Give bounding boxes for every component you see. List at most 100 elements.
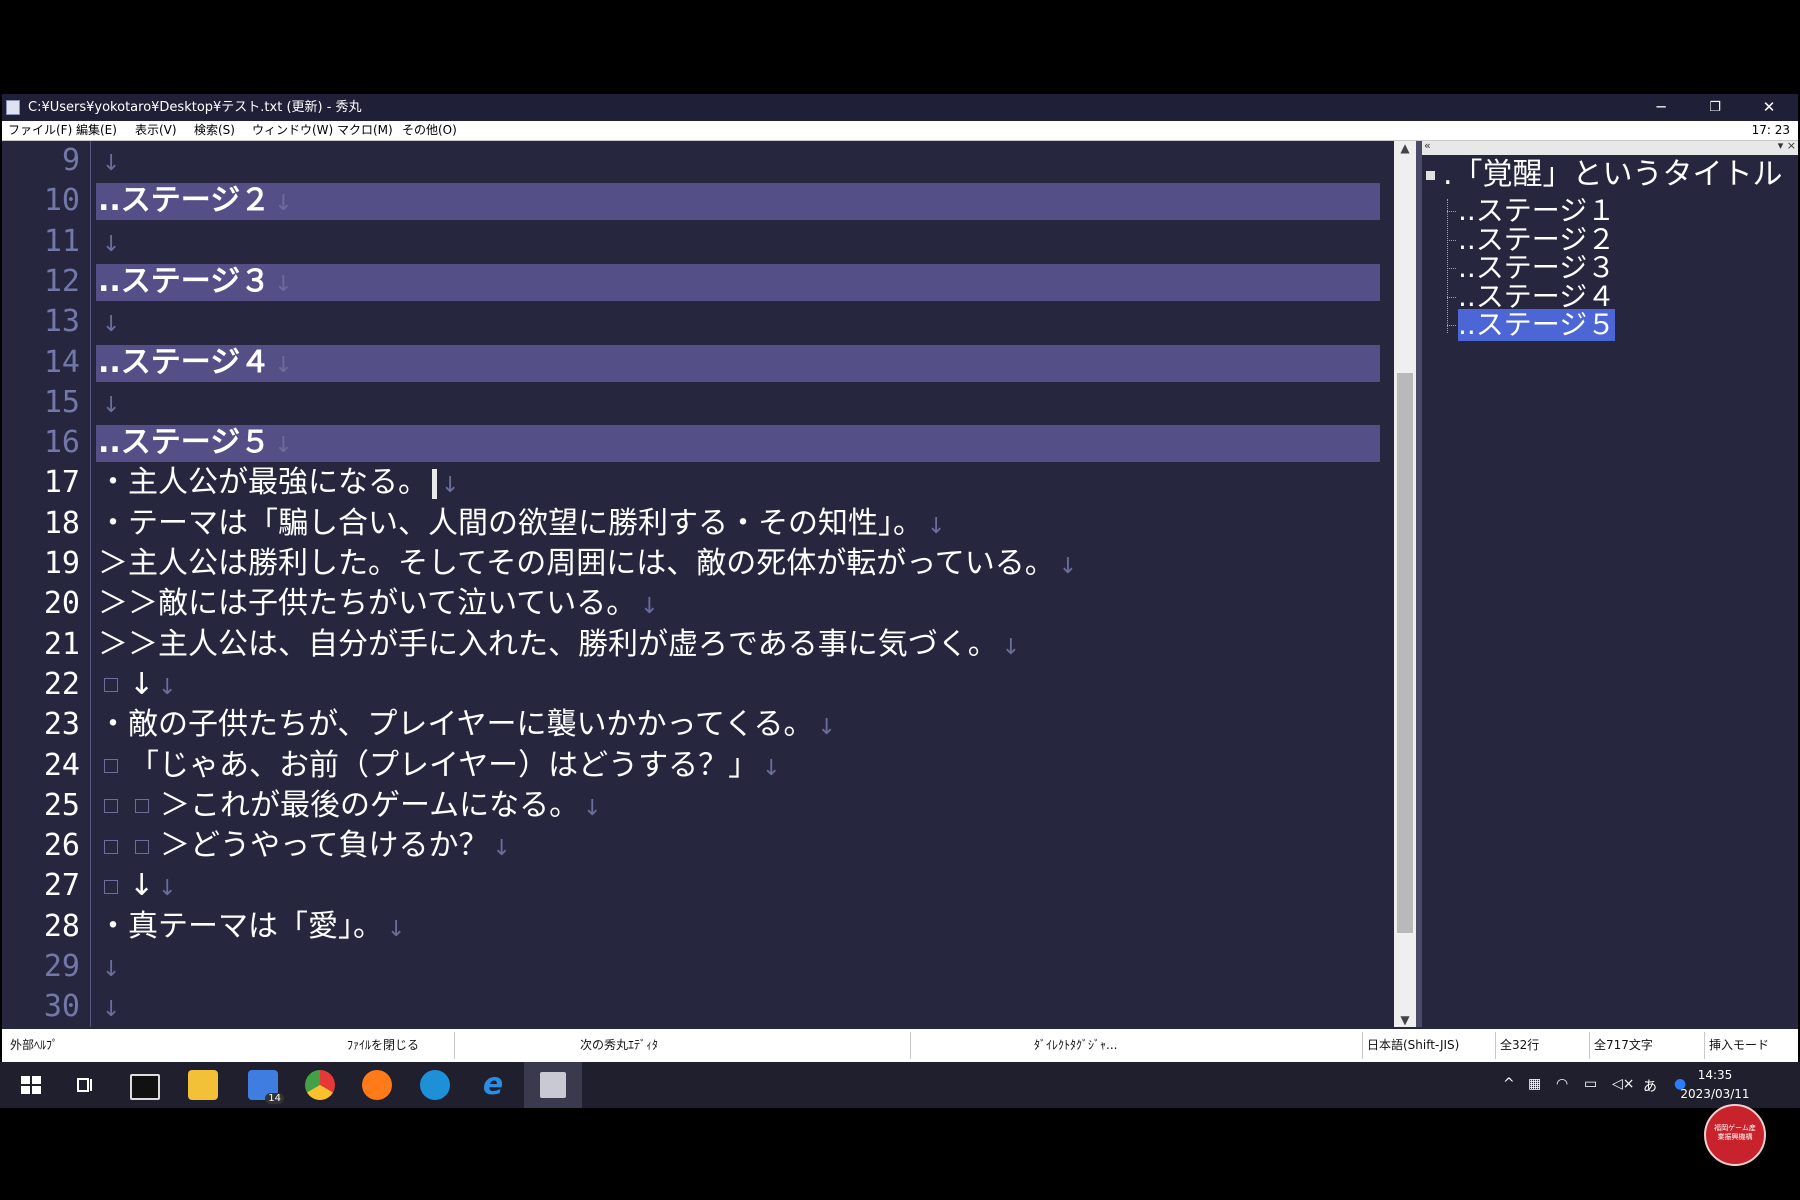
line-text-content: 「じゃあ、お前（プレイヤー）はどうする？」	[129, 747, 759, 783]
editor-line[interactable]: 25 ＞これが最後のゲームになる。 ↓	[2, 786, 1392, 826]
menu-other[interactable]: その他(O)	[402, 121, 457, 140]
editor-line[interactable]: 21 ＞＞主人公は、自分が手に入れた、勝利が虚ろである事に気づく。 ↓	[2, 625, 1392, 665]
line-text: ＞これが最後のゲームになる。 ↓	[98, 786, 602, 829]
status-insert-mode[interactable]: 挿入モード	[1709, 1029, 1769, 1062]
line-text: ＞＞主人公は、自分が手に入れた、勝利が虚ろである事に気づく。 ↓	[98, 625, 1020, 668]
line-text: ↓	[98, 947, 120, 990]
editor-line[interactable]: 19 ＞主人公は勝利した。そしてその周囲には、敵の死体が転がっている。 ↓	[2, 544, 1392, 584]
status-help[interactable]: 外部ﾍﾙﾌﾟ	[10, 1029, 58, 1062]
close-button[interactable]: ✕	[1742, 94, 1796, 121]
fullwidth-space-mark	[135, 799, 149, 814]
editor-line[interactable]: 24 「じゃあ、お前（プレイヤー）はどうする？」 ↓	[2, 746, 1392, 786]
editor-line[interactable]: 17 ・主人公が最強になる。 ↓	[2, 463, 1392, 503]
tree-branch	[1447, 268, 1456, 270]
eol-mark-icon: ↓	[274, 271, 293, 297]
editor-line[interactable]: 20 ＞＞敵には子供たちがいて泣いている。 ↓	[2, 584, 1392, 624]
vertical-scrollbar[interactable]: ▲ ▼	[1394, 141, 1416, 1027]
line-text: ↓	[98, 383, 120, 426]
editor-line[interactable]: 30 ↓	[2, 987, 1392, 1027]
editor-line[interactable]: 12 ..ステージ３ ↓	[2, 262, 1392, 302]
editor-line[interactable]: 14 ..ステージ４ ↓	[2, 343, 1392, 383]
menu-window[interactable]: ウィンドウ(W)	[252, 121, 333, 140]
line-number: 10	[43, 183, 80, 219]
edge-icon[interactable]	[420, 1070, 450, 1100]
mail-icon[interactable]: 14	[248, 1070, 284, 1104]
line-text-content: ＞＞主人公は、自分が手に入れた、勝利が虚ろである事に気づく。	[98, 626, 998, 662]
title-bar[interactable]: C:¥Users¥yokotaro¥Desktop¥テスト.txt (更新) -…	[2, 94, 1798, 121]
menu-macro[interactable]: マクロ(M)	[337, 121, 393, 140]
line-number: 17	[43, 465, 80, 501]
menu-edit[interactable]: 編集(E)	[76, 121, 117, 140]
editor-line[interactable]: 27 ↓ ↓	[2, 866, 1392, 906]
eol-mark-icon: ↓	[1058, 554, 1078, 579]
outline-item[interactable]: ..ステージ５	[1458, 309, 1616, 341]
app-icon[interactable]	[6, 100, 20, 115]
eol-mark-icon: ↓	[102, 312, 121, 338]
ime-mode-indicator[interactable]: あ	[1643, 1076, 1657, 1096]
editor-line[interactable]: 16 ..ステージ５ ↓	[2, 423, 1392, 463]
battery-icon[interactable]: ▭	[1584, 1076, 1597, 1092]
line-text: 「じゃあ、お前（プレイヤー）はどうする？」 ↓	[98, 746, 781, 789]
editor-line[interactable]: 29 ↓	[2, 947, 1392, 987]
menu-view[interactable]: 表示(V)	[135, 121, 177, 140]
menu-file[interactable]: ファイル(F)	[8, 121, 72, 140]
eol-mark-icon: ↓	[583, 795, 602, 821]
outline-pane[interactable]: « ▾ × .「覚醒」というタイトル ..ステージ１ ..ステージ２ ..ステージ３…	[1422, 141, 1798, 1027]
scroll-down-arrow-icon[interactable]: ▼	[1394, 1013, 1416, 1027]
firefox-icon[interactable]	[362, 1070, 392, 1100]
chrome-icon[interactable]	[305, 1070, 335, 1100]
line-text: ..ステージ５ ↓	[98, 423, 293, 466]
line-text-content: ..ステージ５	[98, 425, 271, 461]
network-icon[interactable]: ◠	[1556, 1076, 1568, 1092]
fullwidth-space-mark	[104, 759, 118, 773]
status-direct-tag[interactable]: ﾀﾞｲﾚｸﾄﾀｸﾞｼﾞｬ...	[1034, 1029, 1117, 1062]
line-number: 26	[43, 828, 80, 864]
maximize-button[interactable]: ❐	[1688, 94, 1742, 121]
hidemaru-taskbar-button[interactable]	[524, 1062, 582, 1108]
menu-bar: ファイル(F) 編集(E) 表示(V) 検索(S) ウィンドウ(W) マクロ(M…	[2, 121, 1798, 141]
outline-close-button[interactable]: ▾ ×	[1778, 141, 1796, 152]
text-editor[interactable]: 9 ↓ 10 ..ステージ２ ↓ 11 ↓ 12 ..ステージ３ ↓ 13 ↓ 14 ..ステージ４ ↓ 15…	[2, 141, 1392, 1027]
status-next-editor[interactable]: 次の秀丸ｴﾃﾞｨﾀ	[580, 1029, 658, 1062]
line-text: ↓ ↓	[98, 665, 177, 708]
line-number: 14	[43, 344, 80, 380]
editor-line[interactable]: 28 ・真テーマは「愛」。 ↓	[2, 907, 1392, 947]
menu-search[interactable]: 検索(S)	[194, 121, 235, 140]
outline-collapse-button[interactable]: «	[1424, 141, 1431, 152]
windows-start-icon[interactable]	[16, 1070, 46, 1100]
editor-line[interactable]: 10 ..ステージ２ ↓	[2, 181, 1392, 221]
text-caret	[432, 468, 437, 499]
volume-muted-icon[interactable]: ◁×	[1612, 1076, 1635, 1092]
line-text-content: ・テーマは「騙し合い、人間の欲望に勝利する・その知性」。	[98, 505, 923, 541]
line-text: ..ステージ２ ↓	[98, 181, 293, 224]
editor-line[interactable]: 18 ・テーマは「騙し合い、人間の欲望に勝利する・その知性」。 ↓	[2, 504, 1392, 544]
line-text: ・主人公が最強になる。 ↓	[98, 463, 459, 506]
scroll-up-arrow-icon[interactable]: ▲	[1394, 141, 1416, 155]
eol-mark-icon: ↓	[102, 231, 121, 257]
editor-line[interactable]: 13 ↓	[2, 302, 1392, 342]
editor-line[interactable]: 9 ↓	[2, 141, 1392, 181]
line-text: ＞＞敵には子供たちがいて泣いている。 ↓	[98, 584, 659, 627]
taskbar-clock[interactable]: 14:35 2023/03/11	[1670, 1066, 1760, 1104]
minimize-button[interactable]: ─	[1634, 94, 1688, 121]
task-view-icon[interactable]	[70, 1070, 100, 1100]
line-number: 23	[43, 707, 80, 743]
scrollbar-thumb[interactable]	[1397, 373, 1413, 933]
collapse-box-icon[interactable]	[1426, 171, 1435, 180]
editor-line[interactable]: 15 ↓	[2, 383, 1392, 423]
file-explorer-icon[interactable]	[188, 1070, 218, 1100]
line-text-content: ↓	[129, 666, 155, 702]
editor-line[interactable]: 26 ＞どうやって負けるか？ ↓	[2, 826, 1392, 866]
editor-line[interactable]: 23 ・敵の子供たちが、プレイヤーに襲いかかってくる。 ↓	[2, 705, 1392, 745]
tray-apps-icon[interactable]: ▦	[1528, 1076, 1541, 1092]
line-text: ＞主人公は勝利した。そしてその周囲には、敵の死体が転がっている。 ↓	[98, 544, 1077, 587]
outline-root[interactable]: .「覚醒」というタイトル	[1426, 155, 1783, 195]
line-text-content: ＞主人公は勝利した。そしてその周囲には、敵の死体が転がっている。	[98, 546, 1055, 581]
editor-line[interactable]: 11 ↓	[2, 222, 1392, 262]
internet-explorer-icon[interactable]: e	[478, 1070, 508, 1100]
tray-chevron-icon[interactable]: ^	[1503, 1076, 1515, 1092]
clock-date: 2023/03/11	[1680, 1087, 1750, 1101]
terminal-icon[interactable]	[130, 1074, 160, 1100]
status-close-file[interactable]: ﾌｧｲﾙを閉じる	[347, 1029, 419, 1062]
editor-line[interactable]: 22 ↓ ↓	[2, 665, 1392, 705]
